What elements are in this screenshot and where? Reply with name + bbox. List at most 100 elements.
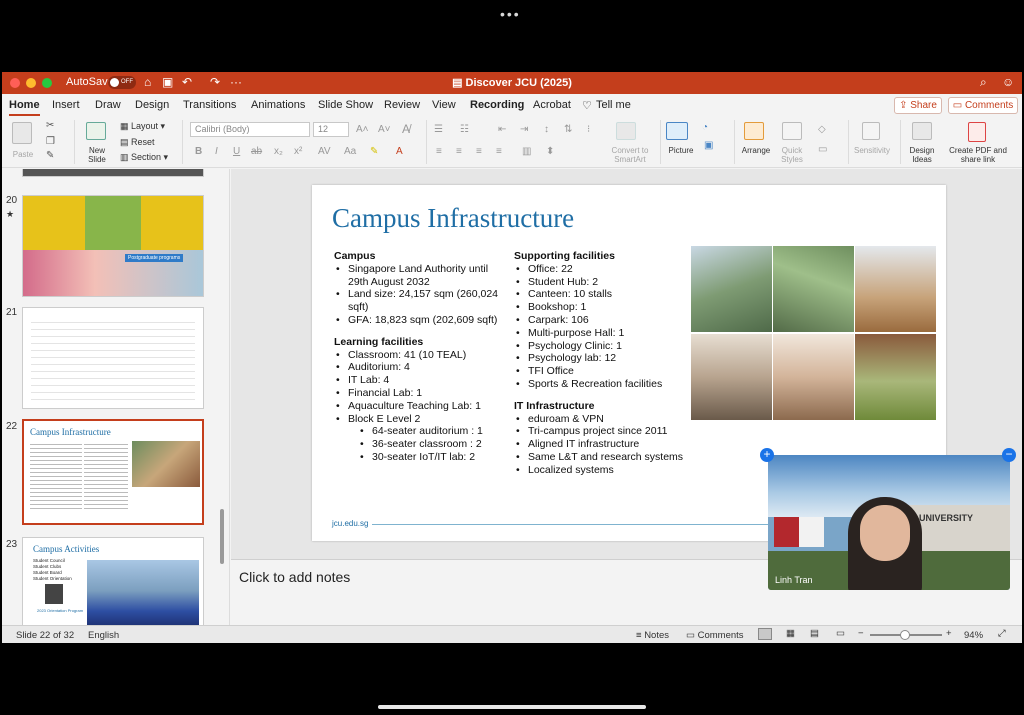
thumbnail-scrollbar[interactable] xyxy=(220,509,224,564)
cut-icon[interactable]: ✂ xyxy=(46,120,54,131)
more-options-icon[interactable]: ••• xyxy=(500,6,521,22)
font-size-field[interactable]: 12 xyxy=(313,122,349,137)
notes-toggle[interactable]: ≡ Notes xyxy=(636,630,669,641)
picture-icon[interactable] xyxy=(666,122,688,140)
search-icon[interactable]: ⌕ xyxy=(980,75,987,90)
convert-smartart-icon[interactable] xyxy=(616,122,636,140)
slide-thumbnail-19[interactable] xyxy=(22,169,204,177)
increase-indent-icon[interactable]: ⇥ xyxy=(520,124,528,135)
align-text-icon[interactable]: ⬍ xyxy=(546,146,554,157)
design-ideas-label[interactable]: Design Ideas xyxy=(904,146,940,164)
tab-slide-show[interactable]: Slide Show xyxy=(318,99,373,111)
new-slide-icon[interactable] xyxy=(86,122,106,140)
slide-sorter-icon[interactable]: ▦ xyxy=(786,628,795,639)
text-direction-icon[interactable]: ⇅ xyxy=(564,124,572,135)
shape-fill-icon[interactable]: ◇ xyxy=(818,124,826,135)
subscript-icon[interactable]: x₂ xyxy=(274,146,283,157)
line-spacing-icon[interactable]: ↕ xyxy=(544,124,549,135)
tab-tell-me[interactable]: Tell me xyxy=(596,99,631,111)
share-button[interactable]: ⇪ Share xyxy=(894,97,942,114)
fit-to-window-icon[interactable]: ⤢ xyxy=(998,628,1006,639)
sensitivity-icon[interactable] xyxy=(862,122,880,140)
create-pdf-label[interactable]: Create PDF and share link xyxy=(946,146,1010,164)
align-left-icon[interactable]: ≡ xyxy=(436,146,442,157)
quick-styles-icon[interactable] xyxy=(782,122,802,140)
slide-title[interactable]: Campus Infrastructure xyxy=(332,203,574,234)
tab-home[interactable]: Home xyxy=(9,99,40,116)
italic-icon[interactable]: I xyxy=(215,146,218,157)
new-slide-label[interactable]: New Slide xyxy=(82,146,112,164)
tab-transitions[interactable]: Transitions xyxy=(183,99,236,111)
bold-icon[interactable]: B xyxy=(195,146,202,157)
slide-thumbnail-21[interactable] xyxy=(22,307,204,409)
highlight-icon[interactable]: ✎ xyxy=(370,146,378,157)
zoom-slider-thumb[interactable] xyxy=(900,630,910,640)
tell-me-icon[interactable]: ♡ xyxy=(582,99,592,112)
smartart-graphic-icon[interactable]: ⁝ xyxy=(587,124,590,135)
comments-button[interactable]: ▭ Comments xyxy=(948,97,1018,114)
slide-show-icon[interactable]: ▭ xyxy=(836,628,845,639)
home-indicator[interactable] xyxy=(378,705,646,709)
design-ideas-icon[interactable] xyxy=(912,122,932,140)
justify-icon[interactable]: ≡ xyxy=(496,146,502,157)
increase-font-icon[interactable]: A˄ xyxy=(356,124,369,135)
slide-thumbnail-22-selected[interactable]: Campus Infrastructure xyxy=(22,419,204,525)
arrange-icon[interactable] xyxy=(744,122,764,140)
convert-smartart-label[interactable]: Convert to SmartArt xyxy=(605,146,655,164)
right-column[interactable]: Supporting facilities Office: 22 Student… xyxy=(514,250,686,477)
char-spacing-icon[interactable]: AV xyxy=(318,146,331,157)
reading-view-icon[interactable]: ▤ xyxy=(810,628,819,639)
zoom-level[interactable]: 94% xyxy=(964,630,983,641)
font-color-icon[interactable]: A xyxy=(396,146,403,157)
tab-review[interactable]: Review xyxy=(384,99,420,111)
underline-icon[interactable]: U xyxy=(233,146,240,157)
sensitivity-label[interactable]: Sensitivity xyxy=(850,146,894,155)
tab-design[interactable]: Design xyxy=(135,99,169,111)
shape-outline-icon[interactable]: ▭ xyxy=(818,144,827,155)
slide-thumbnail-23[interactable]: Campus Activities Student Council Studen… xyxy=(22,537,204,625)
format-painter-icon[interactable]: ✎ xyxy=(46,150,54,161)
picture-label[interactable]: Picture xyxy=(664,146,698,155)
bullets-icon[interactable]: ☰ xyxy=(434,124,443,135)
campus-photo-grid[interactable] xyxy=(691,246,937,420)
text-box-icon[interactable]: ▣ xyxy=(704,140,713,151)
video-call-tile[interactable]: K UNIVERSITY Linh Tran xyxy=(768,455,1010,590)
clear-format-icon[interactable]: A̸ xyxy=(402,122,410,136)
change-case-icon[interactable]: Aa xyxy=(344,146,356,157)
zoom-out-icon[interactable]: − xyxy=(858,628,864,639)
notes-placeholder[interactable]: Click to add notes xyxy=(239,569,350,585)
shapes-icon[interactable]: ◔ xyxy=(702,122,708,133)
decrease-font-icon[interactable]: A˅ xyxy=(378,124,391,135)
tab-recording[interactable]: Recording xyxy=(470,99,524,111)
align-center-icon[interactable]: ≡ xyxy=(456,146,462,157)
normal-view-icon[interactable] xyxy=(758,628,772,640)
superscript-icon[interactable]: x² xyxy=(294,146,302,157)
create-pdf-icon[interactable] xyxy=(968,122,986,142)
account-icon[interactable]: ☺ xyxy=(1002,75,1014,89)
zoom-in-icon[interactable]: + xyxy=(946,628,952,639)
tab-insert[interactable]: Insert xyxy=(52,99,80,111)
minimize-video-icon[interactable]: − xyxy=(1002,448,1016,462)
left-column[interactable]: Campus Singapore Land Authority until 29… xyxy=(334,250,504,464)
quick-styles-label[interactable]: Quick Styles xyxy=(774,146,810,164)
add-video-icon[interactable]: + xyxy=(760,448,774,462)
columns-icon[interactable]: ▥ xyxy=(522,146,531,157)
arrange-label[interactable]: Arrange xyxy=(738,146,774,155)
section-button[interactable]: ▥ Section ▾ xyxy=(120,153,168,162)
decrease-indent-icon[interactable]: ⇤ xyxy=(498,124,506,135)
slide-thumbnail-panel[interactable]: 20 ★ Postgraduate programs 21 22 Campus … xyxy=(2,169,230,625)
layout-button[interactable]: ▦ Layout ▾ xyxy=(120,122,165,131)
language-indicator[interactable]: English xyxy=(88,630,119,641)
numbering-icon[interactable]: ☷ xyxy=(460,124,469,135)
slide-thumbnail-20[interactable]: Postgraduate programs xyxy=(22,195,204,297)
tab-acrobat[interactable]: Acrobat xyxy=(533,99,571,111)
align-right-icon[interactable]: ≡ xyxy=(476,146,482,157)
strikethrough-icon[interactable]: ab xyxy=(251,146,262,157)
tab-animations[interactable]: Animations xyxy=(251,99,305,111)
comments-toggle[interactable]: ▭ Comments xyxy=(686,630,744,641)
tab-draw[interactable]: Draw xyxy=(95,99,121,111)
reset-button[interactable]: ▤ Reset xyxy=(120,138,155,147)
font-name-field[interactable]: Calibri (Body) xyxy=(190,122,310,137)
copy-icon[interactable]: ❐ xyxy=(46,136,55,147)
tab-view[interactable]: View xyxy=(432,99,456,111)
